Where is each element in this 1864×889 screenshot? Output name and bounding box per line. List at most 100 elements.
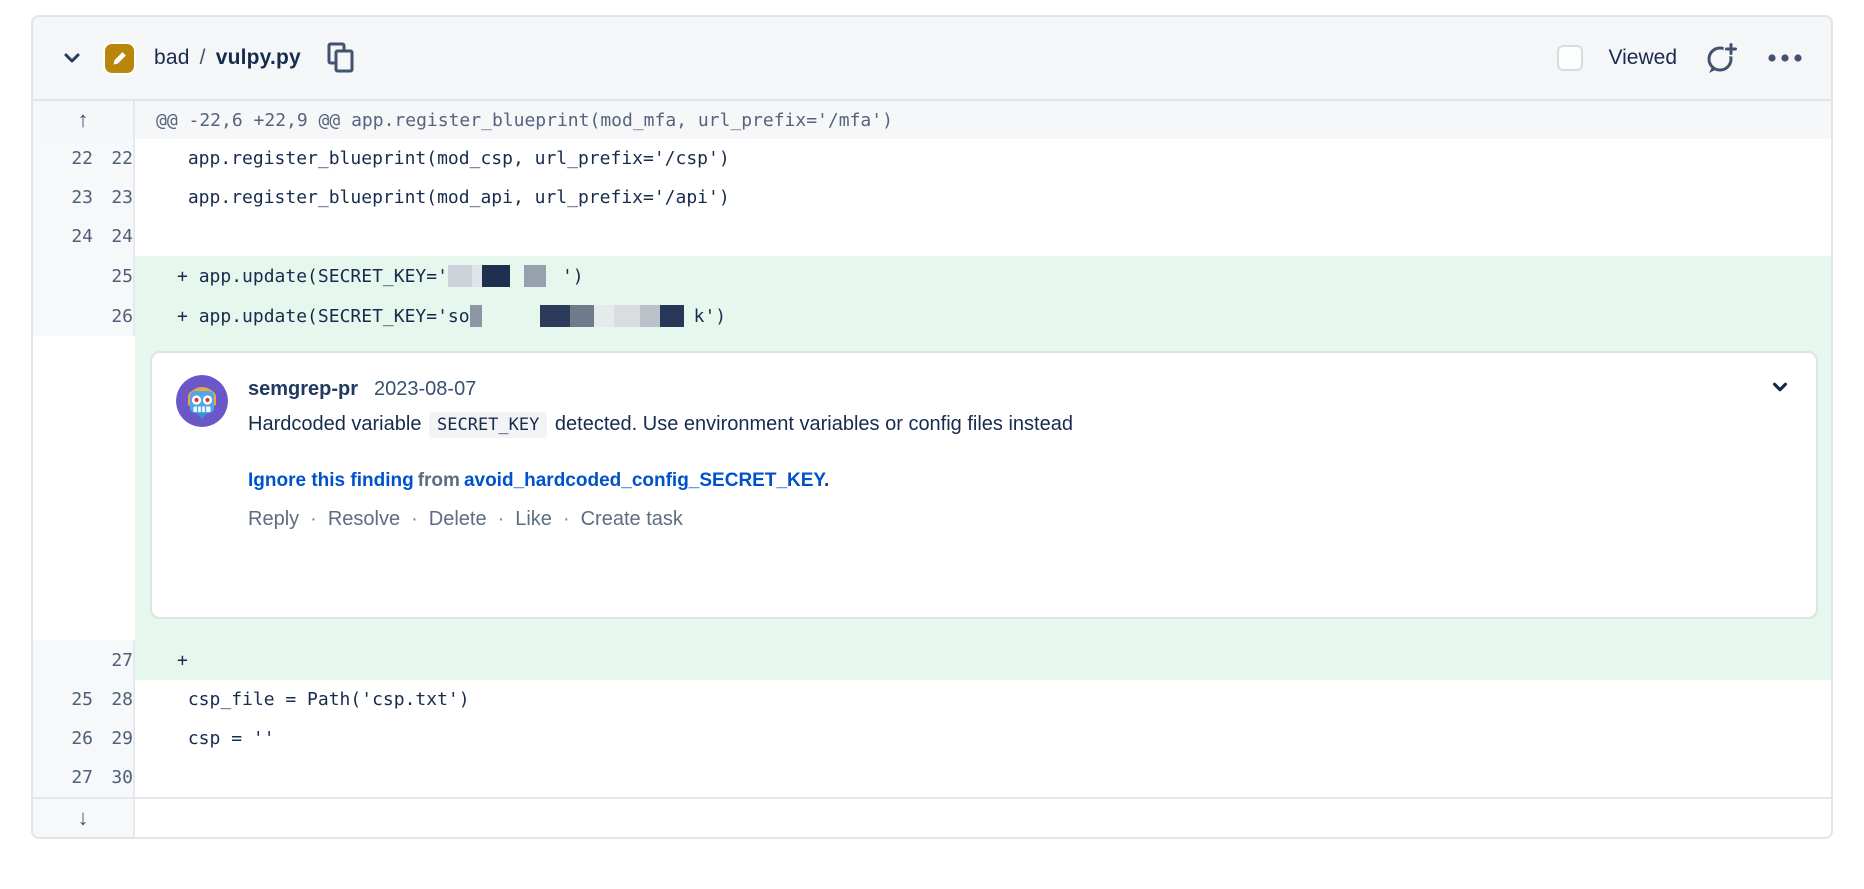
code-line[interactable]: csp_file = Path('csp.txt') <box>135 680 1831 719</box>
old-line-number[interactable]: 23 <box>45 187 93 208</box>
diff-row: 2424 <box>33 217 1831 256</box>
copy-path-button[interactable] <box>325 41 357 75</box>
comment-action-reply[interactable]: Reply <box>248 508 299 531</box>
modified-file-badge <box>105 44 134 73</box>
code-line[interactable]: + app.update(SECRET_KEY='sok') <box>135 296 1831 336</box>
comment-meta: semgrep-pr 2023-08-07 <box>248 378 1790 401</box>
code-line[interactable]: csp = '' <box>135 719 1831 758</box>
file-name: vulpy.py <box>216 46 301 70</box>
comment-main: semgrep-pr 2023-08-07 Hardcoded variable… <box>248 375 1790 531</box>
new-line-number[interactable]: 23 <box>93 187 133 208</box>
comment-action-resolve[interactable]: Resolve <box>328 508 400 531</box>
collapse-comment-button[interactable] <box>1770 377 1790 402</box>
comment-text-after: detected. Use environment variables or c… <box>555 413 1073 435</box>
diff-marker <box>177 728 188 749</box>
path-separator: / <box>200 46 206 70</box>
new-line-number[interactable]: 25 <box>93 266 133 287</box>
redacted-block <box>546 265 562 287</box>
period-text: . <box>824 470 829 491</box>
action-separator: · <box>411 508 418 531</box>
diff-marker: + <box>177 650 199 671</box>
new-line-number[interactable]: 30 <box>93 767 133 788</box>
new-line-number[interactable]: 26 <box>93 306 133 327</box>
code-text: csp_file = Path('csp.txt') <box>188 689 470 710</box>
inline-code-chip: SECRET_KEY <box>429 412 547 438</box>
hunk-header-row: ↑ @@ -22,6 +22,9 @@ app.register_bluepri… <box>33 101 1831 139</box>
new-line-number[interactable]: 22 <box>93 148 133 169</box>
ignore-finding-line: Ignore this findingfromavoid_hardcoded_c… <box>248 470 1790 492</box>
rule-link[interactable]: avoid_hardcoded_config_SECRET_KEY <box>464 470 824 491</box>
code-line[interactable] <box>135 217 1831 256</box>
code-line[interactable] <box>135 758 1831 797</box>
redacted-block <box>482 305 540 327</box>
redacted-block <box>470 305 482 327</box>
comment-author[interactable]: semgrep-pr <box>248 378 358 401</box>
code-text: app.update(SECRET_KEY=' <box>199 266 448 287</box>
expand-up-button[interactable]: ↑ <box>33 101 135 139</box>
diff-row: 2323 app.register_blueprint(mod_api, url… <box>33 178 1831 217</box>
redacted-block <box>570 305 594 327</box>
collapse-file-button[interactable] <box>59 45 85 71</box>
expand-down-button[interactable]: ↓ <box>33 799 135 837</box>
arrow-up-icon: ↑ <box>78 109 89 131</box>
hunk-header-text: @@ -22,6 +22,9 @@ app.register_blueprint… <box>135 101 1831 139</box>
file-header-right: Viewed <box>1557 40 1806 76</box>
diff-rows-top: 2222 app.register_blueprint(mod_csp, url… <box>33 139 1831 336</box>
line-number-gutter: 27 <box>33 640 135 680</box>
code-line[interactable]: + app.update(SECRET_KEY=' ') <box>135 256 1831 296</box>
new-line-number[interactable]: 29 <box>93 728 133 749</box>
old-line-number[interactable]: 27 <box>45 767 93 788</box>
line-number-gutter: 2629 <box>33 719 135 758</box>
old-line-number[interactable]: 26 <box>45 728 93 749</box>
viewed-checkbox[interactable] <box>1557 45 1583 71</box>
more-options-button[interactable] <box>1765 52 1805 64</box>
diff-marker <box>177 187 188 208</box>
line-number-gutter: 2528 <box>33 680 135 719</box>
old-line-number[interactable]: 25 <box>45 689 93 710</box>
redacted-block <box>482 265 510 287</box>
diff-row: 2528 csp_file = Path('csp.txt') <box>33 680 1831 719</box>
redacted-block <box>472 265 482 287</box>
chevron-down-icon <box>1770 377 1790 397</box>
old-line-number[interactable]: 22 <box>45 148 93 169</box>
expand-bottom-row: ↓ <box>33 797 1831 837</box>
line-number-gutter: 25 <box>33 256 135 296</box>
comment-action-create-task[interactable]: Create task <box>581 508 683 531</box>
expand-row-spacer <box>135 799 1831 837</box>
comment-row: semgrep-pr 2023-08-07 Hardcoded variable… <box>33 336 1831 640</box>
code-line[interactable]: app.register_blueprint(mod_csp, url_pref… <box>135 139 1831 178</box>
redacted-block <box>540 305 570 327</box>
add-comment-button[interactable] <box>1703 40 1739 76</box>
diff-row: 27 + <box>33 640 1831 680</box>
code-line[interactable]: app.register_blueprint(mod_api, url_pref… <box>135 178 1831 217</box>
new-line-number[interactable]: 28 <box>93 689 133 710</box>
redacted-block <box>448 265 472 287</box>
code-line[interactable]: + <box>135 640 1831 680</box>
diff-row: 26+ app.update(SECRET_KEY='sok') <box>33 296 1831 336</box>
action-separator: · <box>498 508 505 531</box>
old-line-number[interactable]: 24 <box>45 226 93 247</box>
redacted-block <box>660 305 684 327</box>
code-text: ') <box>562 266 584 287</box>
new-line-number[interactable]: 24 <box>93 226 133 247</box>
code-text: app.register_blueprint(mod_api, url_pref… <box>188 187 730 208</box>
file-header: bad / vulpy.py Viewed <box>33 17 1831 101</box>
file-diff-card: bad / vulpy.py Viewed <box>31 15 1833 839</box>
add-comment-icon <box>1703 40 1739 76</box>
new-line-number[interactable]: 27 <box>93 650 133 671</box>
arrow-down-icon: ↓ <box>78 807 89 829</box>
breadcrumb: bad / vulpy.py <box>154 46 301 70</box>
comment-actions: Reply·Resolve·Delete·Like·Create task <box>248 508 1790 531</box>
diff-marker <box>177 148 188 169</box>
comment-action-like[interactable]: Like <box>515 508 552 531</box>
avatar[interactable] <box>176 375 228 427</box>
redacted-block <box>594 305 614 327</box>
diff-marker: + <box>177 266 199 287</box>
redacted-block <box>614 305 640 327</box>
ignore-finding-link[interactable]: Ignore this finding <box>248 470 414 491</box>
comment-card: semgrep-pr 2023-08-07 Hardcoded variable… <box>150 351 1818 619</box>
pencil-icon <box>111 50 128 67</box>
diff-marker <box>177 226 188 247</box>
diff-row: 2730 <box>33 758 1831 797</box>
comment-action-delete[interactable]: Delete <box>429 508 487 531</box>
